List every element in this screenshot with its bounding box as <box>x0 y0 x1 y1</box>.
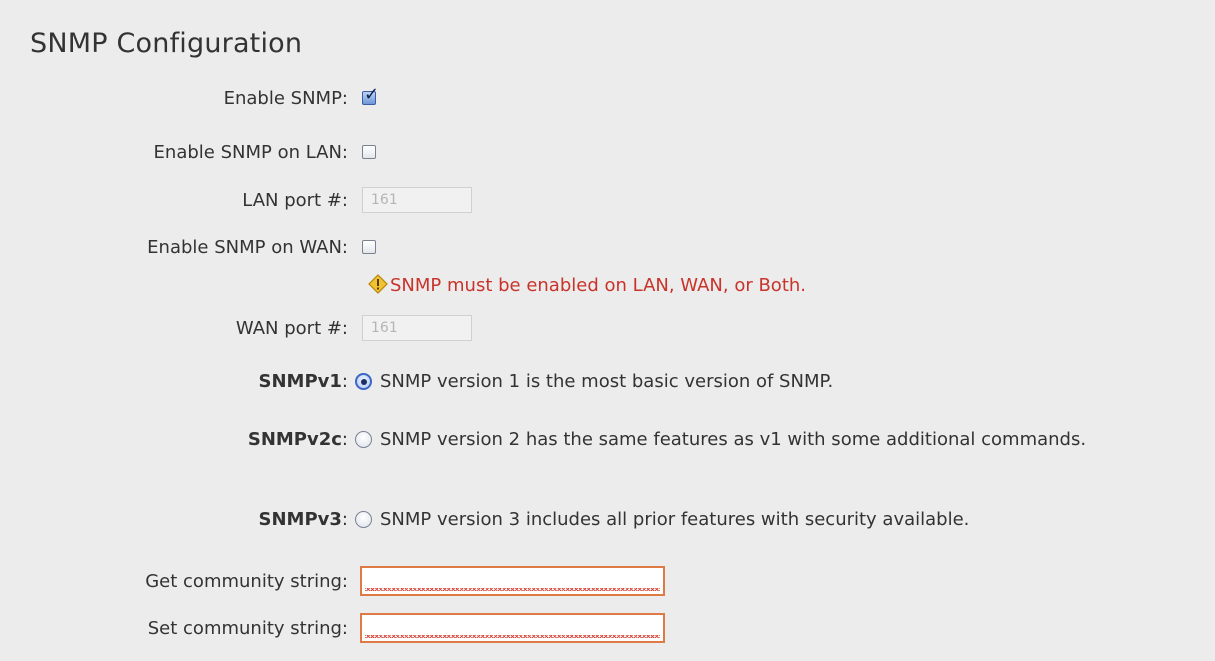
lan-port-row: LAN port #: 161 <box>0 187 1215 221</box>
snmpv2c-label-text: SNMPv2c <box>247 429 342 450</box>
enable-wan-label: Enable SNMP on WAN: <box>147 237 348 258</box>
spellcheck-underline <box>365 635 660 638</box>
snmpv1-label-text: SNMPv1 <box>258 371 342 392</box>
snmpv3-radio[interactable] <box>355 511 372 528</box>
enable-snmp-row: Enable SNMP: ✓ <box>0 85 1215 121</box>
spellcheck-underline <box>365 588 660 591</box>
set-community-input[interactable] <box>360 613 665 643</box>
warning-row: SNMP must be enabled on LAN, WAN, or Bot… <box>0 274 1215 308</box>
checkbox-box <box>362 145 376 159</box>
enable-snmp-label: Enable SNMP: <box>223 88 348 109</box>
label-colon: : <box>341 371 348 392</box>
checkbox-box <box>362 240 376 254</box>
page-title: SNMP Configuration <box>30 28 303 59</box>
get-community-input[interactable] <box>360 566 665 596</box>
warning-message: SNMP must be enabled on LAN, WAN, or Bot… <box>368 274 806 298</box>
set-community-row: Set community string: <box>0 613 1215 647</box>
snmpv1-label: SNMPv1: <box>259 370 348 394</box>
snmpv2c-row: SNMPv2c: SNMP version 2 has the same fea… <box>0 428 1215 462</box>
radio-dot <box>360 378 367 385</box>
label-colon: : <box>341 509 348 530</box>
snmpv1-radio[interactable] <box>355 373 372 390</box>
get-community-row: Get community string: <box>0 566 1215 600</box>
wan-port-label: WAN port #: <box>235 318 348 339</box>
lan-port-label: LAN port #: <box>242 190 348 211</box>
set-community-label: Set community string: <box>147 618 348 639</box>
warning-icon <box>368 274 388 294</box>
enable-wan-row: Enable SNMP on WAN: <box>0 236 1215 270</box>
snmp-config-panel: SNMP Configuration Enable SNMP: ✓ Enable… <box>0 0 1215 661</box>
get-community-label: Get community string: <box>145 571 348 592</box>
enable-lan-label: Enable SNMP on LAN: <box>153 142 348 163</box>
snmpv3-description: SNMP version 3 includes all prior featur… <box>380 509 970 530</box>
snmpv2c-description: SNMP version 2 has the same features as … <box>380 429 1087 450</box>
snmpv3-row: SNMPv3: SNMP version 3 includes all prio… <box>0 508 1215 542</box>
checkbox-box: ✓ <box>362 85 379 105</box>
wan-port-row: WAN port #: 161 <box>0 315 1215 349</box>
snmpv1-row: SNMPv1: SNMP version 1 is the most basic… <box>0 370 1215 404</box>
snmpv3-label: SNMPv3: <box>259 508 348 532</box>
checkmark-icon: ✓ <box>364 84 380 105</box>
lan-port-input[interactable]: 161 <box>362 187 472 213</box>
snmpv3-label-text: SNMPv3 <box>258 509 342 530</box>
snmpv1-description: SNMP version 1 is the most basic version… <box>380 371 834 392</box>
wan-port-input[interactable]: 161 <box>362 315 472 341</box>
snmpv2c-label: SNMPv2c: <box>248 428 348 452</box>
enable-lan-row: Enable SNMP on LAN: <box>0 141 1215 175</box>
warning-text: SNMP must be enabled on LAN, WAN, or Bot… <box>390 275 807 296</box>
